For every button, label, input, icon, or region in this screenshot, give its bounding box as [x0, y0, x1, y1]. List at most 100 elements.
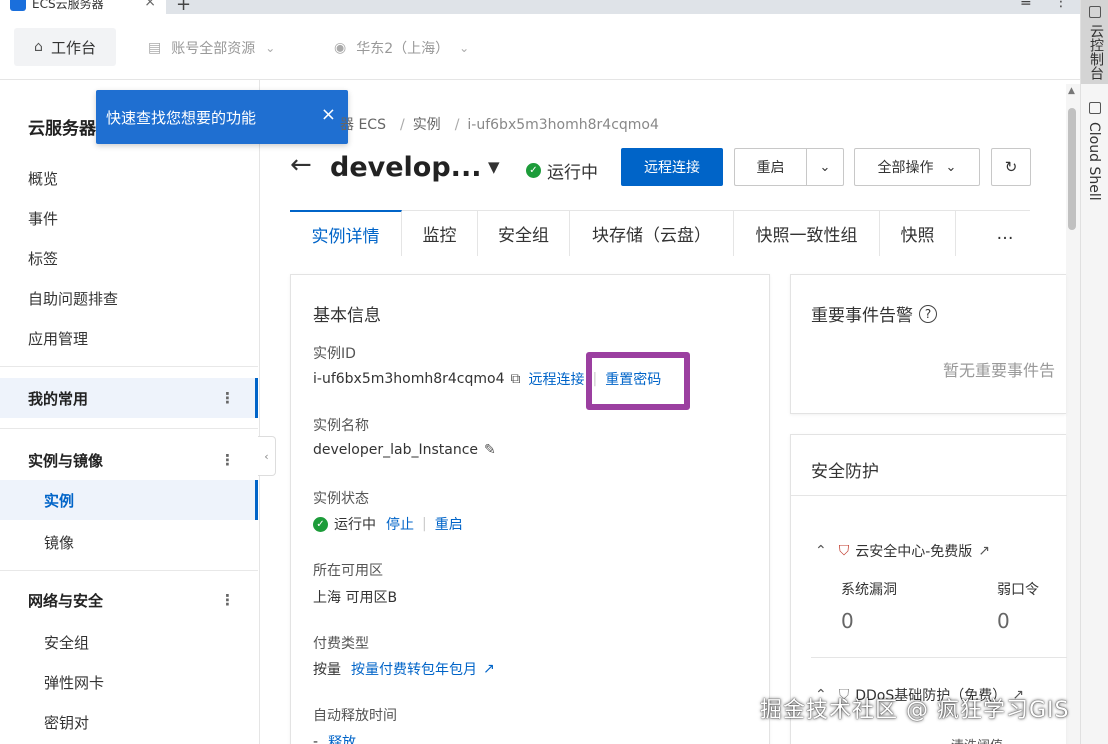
clean-threshold-label: 清洗阈值 — [951, 735, 1003, 744]
status-text: 运行中 — [547, 163, 598, 183]
external-link-icon[interactable]: ↗ — [978, 543, 990, 559]
region-label: 华东2（上海） — [356, 41, 450, 57]
instance-name-row: developer_lab_Instance ✎ — [313, 442, 496, 458]
menu-icon[interactable]: ≡ — [1020, 0, 1032, 10]
instance-id-value: i-uf6bx5m3homh8r4cqmo4 — [313, 371, 505, 387]
more-vertical-icon[interactable]: ⋮ — [220, 591, 235, 609]
tab-block-storage[interactable]: 块存储（云盘） — [570, 210, 734, 256]
instance-name-value: developer_lab_Instance — [313, 442, 479, 458]
status-badge: ✓ 运行中 — [526, 158, 598, 183]
breadcrumb-ecs[interactable]: 器 ECS — [340, 117, 386, 133]
sidebar-group-instances-label: 实例与镜像 — [28, 451, 104, 470]
auto-release-row: - 释放 — [313, 732, 356, 744]
restart-dropdown-button[interactable]: ⌄ — [806, 148, 844, 186]
sidebar-item-instance-selected[interactable]: 实例 — [0, 480, 258, 520]
sidebar-divider — [0, 570, 258, 571]
events-title: 重要事件告警 — [811, 306, 913, 326]
tab-snapshot-consistency-group[interactable]: 快照一致性组 — [734, 210, 880, 256]
left-sidebar: 云服务器 概览 事件 标签 自助问题排查 应用管理 我的常用 ⋮ 实例与镜像 ⋮… — [0, 80, 260, 744]
remote-connect-button[interactable]: 远程连接 — [621, 148, 723, 186]
sidebar-item-troubleshoot[interactable]: 自助问题排查 — [28, 288, 118, 309]
zone-label: 所在可用区 — [313, 563, 383, 579]
tab-instance-details[interactable]: 实例详情 — [290, 210, 402, 256]
stop-link[interactable]: 停止 — [386, 514, 414, 534]
cloud-shell-label: Cloud Shell — [1086, 122, 1102, 201]
sidebar-collapse-button[interactable]: ‹ — [258, 436, 276, 476]
sidebar-item-app-management[interactable]: 应用管理 — [28, 328, 88, 349]
account-resources-select[interactable]: ▤ 账号全部资源 ⌄ — [148, 38, 275, 58]
instance-header: ← develop... ▼ ✓ 运行中 远程连接 重启 ⌄ 全部操作 ⌄ ↻ — [290, 148, 1050, 190]
top-navbar: ⌂ 工作台 ▤ 账号全部资源 ⌄ ◉ 华东2（上海） ⌄ — [0, 14, 1080, 80]
edit-pencil-icon[interactable]: ✎ — [484, 442, 496, 458]
sidebar-group-favorites[interactable]: 我的常用 ⋮ — [0, 378, 258, 418]
close-icon[interactable]: × — [321, 104, 336, 125]
instance-status-value: 运行中 — [334, 517, 376, 533]
sidebar-group-instances[interactable]: 实例与镜像 ⋮ — [0, 440, 258, 480]
sidebar-group-network[interactable]: 网络与安全 ⋮ — [0, 580, 258, 620]
divider — [791, 495, 1067, 496]
help-icon[interactable]: ? — [919, 304, 937, 323]
sidebar-item-eni[interactable]: 弹性网卡 — [44, 672, 104, 693]
scroll-thumb[interactable] — [1068, 108, 1076, 230]
console-tool-button[interactable]: 云控制台 — [1081, 0, 1108, 84]
search-tip-text: 快速查找您想要的功能 — [106, 108, 257, 127]
billing-convert-link[interactable]: 按量付费转包年包月 — [351, 659, 477, 679]
basic-info-title: 基本信息 — [313, 306, 381, 326]
browser-tab-title: ECS云服务器 — [32, 0, 104, 11]
scroll-up-icon[interactable]: ▲ — [1068, 86, 1075, 96]
breadcrumb-instances[interactable]: 实例 — [413, 117, 441, 133]
watermark-text: 掘金技术社区 @ 疯狂学习GIS — [760, 698, 1070, 723]
weak-password-value[interactable]: 0 — [997, 609, 1010, 633]
region-select[interactable]: ◉ 华东2（上海） ⌄ — [334, 38, 469, 58]
auto-release-label: 自动释放时间 — [313, 708, 397, 724]
security-center-label: 云安全中心-免费版 — [855, 544, 973, 560]
more-vertical-icon[interactable]: ⋮ — [220, 389, 235, 407]
more-vertical-icon[interactable]: ⋮ — [1054, 0, 1068, 10]
refresh-button[interactable]: ↻ — [991, 148, 1031, 186]
workbench-button[interactable]: ⌂ 工作台 — [14, 28, 116, 66]
refresh-icon: ↻ — [1004, 158, 1018, 176]
browser-tab[interactable]: ECS云服务器 × — [0, 0, 166, 14]
breadcrumb-instance-id: i-uf6bx5m3homh8r4cqmo4 — [467, 117, 659, 133]
vuln-label: 系统漏洞 — [841, 582, 897, 598]
events-empty-text: 暂无重要事件告 — [943, 361, 1056, 380]
basic-info-card: 基本信息 实例ID i-uf6bx5m3homh8r4cqmo4 ⧉ 远程连接 … — [290, 274, 770, 744]
more-vertical-icon[interactable]: ⋮ — [220, 451, 235, 469]
tab-security-group[interactable]: 安全组 — [478, 210, 570, 256]
restart-button[interactable]: 重启 — [734, 148, 806, 186]
cloud-shell-button[interactable]: Cloud Shell — [1081, 96, 1108, 206]
new-tab-icon[interactable]: + — [176, 0, 191, 15]
instance-name-label: 实例名称 — [313, 418, 369, 434]
security-title: 安全防护 — [811, 462, 879, 482]
tab-snapshot[interactable]: 快照 — [880, 210, 956, 256]
sidebar-item-events[interactable]: 事件 — [28, 208, 58, 229]
restart-link[interactable]: 重启 — [435, 514, 463, 534]
sidebar-item-tags[interactable]: 标签 — [28, 248, 58, 269]
sidebar-item-image[interactable]: 镜像 — [44, 532, 74, 553]
release-link[interactable]: 释放 — [328, 732, 356, 744]
chevron-down-icon: ⌄ — [945, 159, 957, 175]
ecs-favicon-icon — [10, 0, 26, 11]
home-icon: ⌂ — [34, 39, 43, 55]
back-arrow-icon[interactable]: ← — [290, 150, 312, 180]
external-link-icon: ↗ — [483, 661, 495, 677]
search-tip-popover: 快速查找您想要的功能 × — [96, 90, 348, 144]
shield-icon: ⛉ — [838, 543, 850, 559]
sidebar-item-keypair[interactable]: 密钥对 — [44, 712, 89, 733]
vuln-value[interactable]: 0 — [841, 609, 854, 633]
sidebar-item-security-group[interactable]: 安全组 — [44, 632, 89, 653]
sidebar-title: 云服务器 — [28, 119, 96, 139]
all-actions-button[interactable]: 全部操作 ⌄ — [854, 148, 980, 186]
tab-partial[interactable] — [956, 210, 980, 256]
page-title: develop... — [330, 152, 482, 183]
remote-connect-link[interactable]: 远程连接 — [529, 369, 585, 389]
copy-icon[interactable]: ⧉ — [511, 371, 521, 387]
security-center-row[interactable]: ⌃ ⛉ 云安全中心-免费版 ↗ — [815, 541, 990, 561]
chevron-down-icon: ⌄ — [819, 159, 831, 175]
tab-more-button[interactable]: … — [980, 210, 1030, 256]
caret-down-icon[interactable]: ▼ — [488, 158, 500, 176]
chevron-up-icon[interactable]: ⌃ — [815, 543, 827, 559]
sidebar-item-overview[interactable]: 概览 — [28, 168, 58, 189]
close-tab-icon[interactable]: × — [144, 0, 156, 10]
tab-monitoring[interactable]: 监控 — [402, 210, 478, 256]
